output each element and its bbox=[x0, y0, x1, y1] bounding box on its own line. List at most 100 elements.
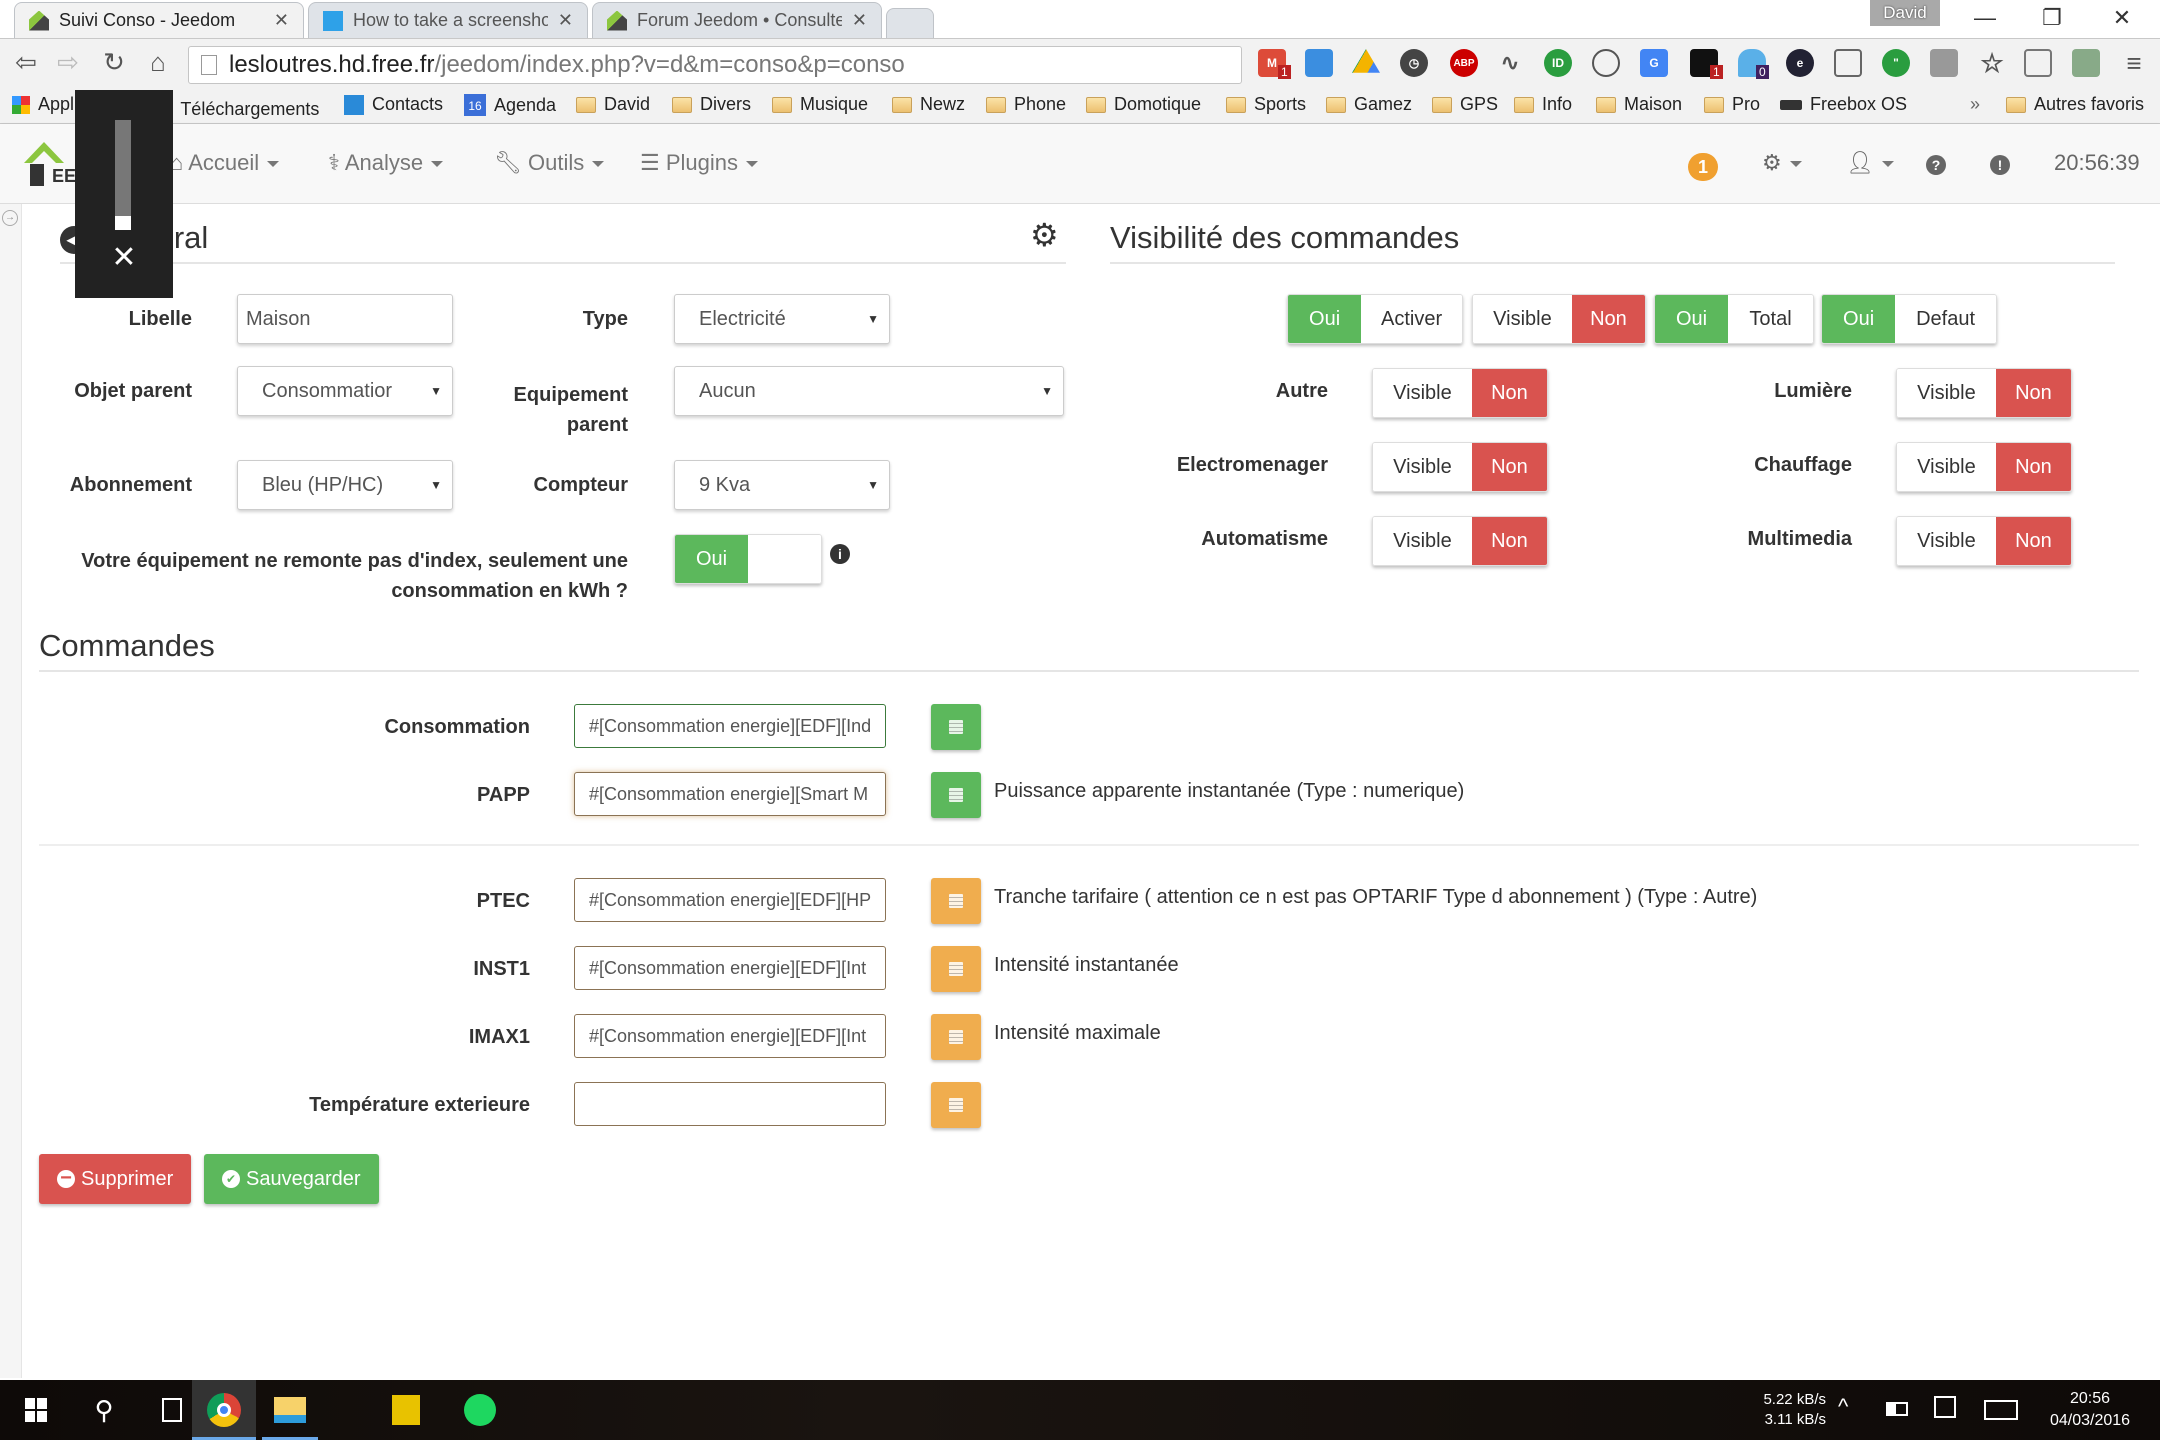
bookmark-david[interactable]: David bbox=[576, 94, 650, 115]
overlay-slider[interactable] bbox=[115, 120, 131, 230]
copy-extension-icon[interactable] bbox=[1930, 49, 1958, 77]
delete-button[interactable]: − Supprimer bbox=[39, 1154, 192, 1204]
no-index-toggle[interactable]: Oui bbox=[674, 534, 822, 584]
bookmark-sports[interactable]: Sports bbox=[1226, 94, 1306, 115]
action-center-icon[interactable] bbox=[1934, 1396, 1956, 1418]
user-menu[interactable]: 👤︎ bbox=[1846, 150, 1894, 176]
temperature-select-cmd-button[interactable] bbox=[931, 1082, 981, 1128]
ptec-select-cmd-button[interactable] bbox=[931, 878, 981, 924]
minimize-button[interactable]: — bbox=[1955, 0, 2015, 36]
notification-badge[interactable]: 1 bbox=[1688, 153, 1718, 181]
menu-accueil[interactable]: ⌂ Accueil bbox=[170, 150, 280, 176]
reload-icon[interactable]: ↻ bbox=[96, 47, 132, 78]
search-icon[interactable]: ⚲ bbox=[72, 1380, 136, 1440]
jeedom-logo[interactable]: EEDOM bbox=[22, 142, 118, 188]
address-bar[interactable]: lesloutres.hd.free.fr/jeedom/index.php?v… bbox=[188, 46, 1242, 84]
system-clock[interactable]: 20:56 04/03/2016 bbox=[2030, 1388, 2150, 1432]
close-tab-icon[interactable]: ✕ bbox=[852, 10, 867, 31]
compteur-select[interactable]: 9 Kva bbox=[674, 460, 890, 510]
bookmark-info[interactable]: Info bbox=[1514, 94, 1572, 115]
consommation-select-cmd-button[interactable] bbox=[931, 704, 981, 750]
battery-icon[interactable] bbox=[1886, 1402, 1908, 1416]
bookmark-autres-favoris[interactable]: Autres favoris bbox=[2006, 94, 2144, 115]
libelle-input[interactable]: Maison bbox=[237, 294, 453, 344]
objet-parent-select[interactable]: Consommatior bbox=[237, 366, 453, 416]
taskbar-app-yellow[interactable] bbox=[374, 1380, 438, 1440]
bookmark-contacts[interactable]: Contacts bbox=[344, 94, 443, 115]
consommation-input[interactable]: #[Consommation energie][EDF][Ind bbox=[574, 704, 886, 748]
imax1-select-cmd-button[interactable] bbox=[931, 1014, 981, 1060]
lumiere-visibility-toggle[interactable]: Visible Non bbox=[1896, 368, 2072, 418]
ptec-input[interactable]: #[Consommation energie][EDF][HP bbox=[574, 878, 886, 922]
adblock-extension-icon[interactable]: ABP bbox=[1450, 49, 1478, 77]
bookmark-agenda[interactable]: 16 Agenda bbox=[464, 94, 556, 116]
clock-extension-icon[interactable]: ◷ bbox=[1400, 49, 1428, 77]
touch-keyboard-icon[interactable] bbox=[1984, 1400, 2018, 1420]
bookmark-domotique[interactable]: Domotique bbox=[1086, 94, 1201, 115]
search-extension-icon[interactable] bbox=[2072, 49, 2100, 77]
hangouts-extension-icon[interactable]: " bbox=[1882, 49, 1910, 77]
toggle-defaut[interactable]: Oui Defaut bbox=[1821, 294, 1997, 344]
bookmark-star-icon[interactable]: ☆ bbox=[1978, 48, 2006, 78]
bookmarks-overflow-button[interactable]: » bbox=[1970, 94, 1980, 115]
temperature-exterieure-input[interactable] bbox=[574, 1082, 886, 1126]
electromenager-visibility-toggle[interactable]: Visible Non bbox=[1372, 442, 1548, 492]
papp-select-cmd-button[interactable] bbox=[931, 772, 981, 818]
windows-start-icon[interactable] bbox=[4, 1380, 68, 1440]
evernote-extension-icon[interactable]: e bbox=[1786, 49, 1814, 77]
expand-sidebar-icon[interactable]: → bbox=[2, 210, 18, 226]
forward-arrow-icon[interactable]: ⇨ bbox=[50, 47, 86, 78]
type-select[interactable]: Electricité bbox=[674, 294, 890, 344]
tab-forum-jeedom[interactable]: Forum Jeedom • Consulter ✕ bbox=[592, 2, 882, 38]
toggle-total[interactable]: Oui Total bbox=[1654, 294, 1814, 344]
id-extension-icon[interactable]: ID bbox=[1544, 49, 1572, 77]
new-tab-button[interactable] bbox=[886, 8, 934, 38]
sync-extension-icon[interactable] bbox=[1592, 49, 1620, 77]
drive-extension-icon[interactable] bbox=[1352, 49, 1380, 73]
show-hidden-icons-chevron-icon[interactable]: ^ bbox=[1838, 1394, 1848, 1420]
taskbar-spotify[interactable] bbox=[448, 1380, 512, 1440]
save-button[interactable]: ✔ Sauvegarder bbox=[204, 1154, 379, 1204]
equipement-parent-select[interactable]: Aucun bbox=[674, 366, 1064, 416]
inst1-input[interactable]: #[Consommation energie][EDF][Int bbox=[574, 946, 886, 990]
bookmark-newz[interactable]: Newz bbox=[892, 94, 965, 115]
abonnement-select[interactable]: Bleu (HP/HC) bbox=[237, 460, 453, 510]
screenshot-overlay-widget[interactable]: ✕ bbox=[75, 90, 173, 298]
papp-input[interactable]: #[Consommation energie][Smart M bbox=[574, 772, 886, 816]
device-extension-icon[interactable] bbox=[2024, 49, 2052, 77]
close-window-button[interactable]: ✕ bbox=[2092, 0, 2152, 36]
bookmark-divers[interactable]: Divers bbox=[672, 94, 751, 115]
alert-button[interactable]: ! bbox=[1990, 150, 2010, 176]
bookmark-musique[interactable]: Musique bbox=[772, 94, 868, 115]
config-gears-icon[interactable]: ⚙ bbox=[1030, 216, 1059, 254]
imax1-input[interactable]: #[Consommation energie][EDF][Int bbox=[574, 1014, 886, 1058]
back-arrow-icon[interactable]: ⇦ bbox=[8, 47, 44, 78]
menu-plugins[interactable]: ☰ Plugins bbox=[640, 150, 758, 176]
profile-user-badge[interactable]: David bbox=[1870, 0, 1940, 26]
overlay-close-icon[interactable]: ✕ bbox=[75, 240, 173, 275]
chauffage-visibility-toggle[interactable]: Visible Non bbox=[1896, 442, 2072, 492]
bookmark-pro[interactable]: Pro bbox=[1704, 94, 1760, 115]
close-tab-icon[interactable]: ✕ bbox=[274, 10, 289, 31]
settings-gear-menu[interactable]: ⚙ bbox=[1762, 150, 1802, 176]
close-tab-icon[interactable]: ✕ bbox=[558, 10, 573, 31]
calendar-extension-icon[interactable] bbox=[1305, 49, 1333, 77]
pulse-extension-icon[interactable]: ∿ bbox=[1496, 49, 1524, 77]
toggle-activer[interactable]: Oui Activer bbox=[1287, 294, 1463, 344]
bookmark-gps[interactable]: GPS bbox=[1432, 94, 1498, 115]
menu-outils[interactable]: 🔧︎ Outils bbox=[494, 150, 605, 176]
menu-analyse[interactable]: ⚕ Analyse bbox=[328, 150, 444, 176]
taskbar-file-explorer[interactable] bbox=[262, 1380, 318, 1440]
tab-screenshot[interactable]: How to take a screenshot ✕ bbox=[308, 2, 588, 38]
restore-button[interactable]: ❐ bbox=[2022, 0, 2082, 36]
autre-visibility-toggle[interactable]: Visible Non bbox=[1372, 368, 1548, 418]
bookmark-freebox-os[interactable]: Freebox OS bbox=[1780, 94, 1907, 115]
info-icon[interactable]: i bbox=[830, 544, 850, 564]
bookmark-phone[interactable]: Phone bbox=[986, 94, 1066, 115]
home-icon[interactable]: ⌂ bbox=[140, 47, 176, 78]
cast-icon[interactable] bbox=[1834, 49, 1862, 77]
bookmark-maison[interactable]: Maison bbox=[1596, 94, 1682, 115]
automatisme-visibility-toggle[interactable]: Visible Non bbox=[1372, 516, 1548, 566]
inst1-select-cmd-button[interactable] bbox=[931, 946, 981, 992]
taskbar-chrome[interactable] bbox=[192, 1380, 256, 1440]
